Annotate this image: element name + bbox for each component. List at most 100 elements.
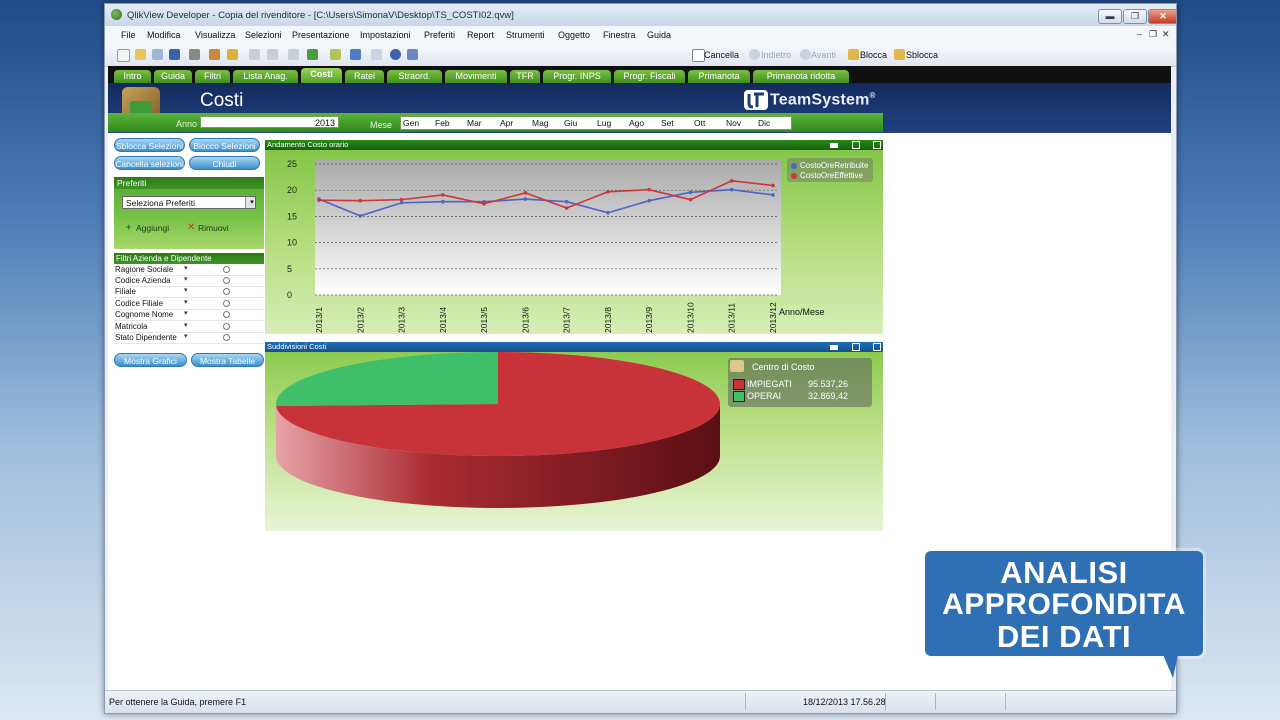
radio-icon[interactable] [223, 334, 230, 341]
rimuovi-button[interactable]: Rimuovi [198, 223, 229, 233]
radio-icon[interactable] [223, 266, 230, 273]
month-ott[interactable]: Ott [694, 118, 705, 128]
indietro-button[interactable]: Indietro [761, 50, 791, 60]
doc-minimize-button[interactable]: ‒ [1137, 29, 1142, 39]
cancella-button[interactable]: Cancella [704, 50, 739, 60]
tab-primanota[interactable]: Primanota [688, 70, 750, 83]
print-icon[interactable] [830, 345, 838, 350]
month-lug[interactable]: Lug [597, 118, 611, 128]
mostra-grafici-button[interactable]: Mostra Grafici [114, 353, 187, 367]
month-nov[interactable]: Nov [726, 118, 741, 128]
month-set[interactable]: Set [661, 118, 674, 128]
chevron-down-icon[interactable]: ▾ [184, 298, 188, 306]
wand-icon[interactable] [330, 49, 341, 60]
chevron-down-icon[interactable]: ▾ [245, 197, 255, 208]
edit-script-icon[interactable] [209, 49, 220, 60]
tab-straord[interactable]: Straord. [387, 70, 442, 83]
cancella-selezioni-button[interactable]: Cancella selezioni [114, 156, 185, 170]
maximize-button[interactable]: ❐ [1123, 9, 1147, 24]
redo-icon[interactable] [267, 49, 278, 60]
reload-icon[interactable] [227, 49, 238, 60]
title-bar[interactable]: QlikView Developer - Copia del rivendito… [105, 4, 1176, 26]
blocca-button[interactable]: Blocca [860, 50, 887, 60]
tab-progr-inps[interactable]: Progr. INPS [543, 70, 611, 83]
anno-listbox[interactable]: 2013 [200, 116, 339, 128]
tab-progr-fiscali[interactable]: Progr. Fiscali [614, 70, 685, 83]
tab-guida[interactable]: Guida [154, 70, 192, 83]
menu-report[interactable]: Report [467, 30, 494, 40]
chevron-down-icon[interactable]: ▾ [184, 275, 188, 283]
menu-guida[interactable]: Guida [647, 30, 671, 40]
close-button[interactable]: ✕ [1148, 9, 1176, 24]
menu-strumenti[interactable]: Strumenti [506, 30, 545, 40]
new-document-icon[interactable] [117, 49, 130, 62]
avanti-button[interactable]: Avanti [811, 50, 836, 60]
table-icon[interactable] [371, 49, 382, 60]
chevron-down-icon[interactable]: ▾ [184, 286, 188, 294]
tab-lista-anag[interactable]: Lista Anag. [233, 70, 298, 83]
sblocca-selezioni-button[interactable]: Sblocca Selezioni [114, 138, 185, 152]
back-icon [749, 49, 760, 60]
radio-icon[interactable] [223, 288, 230, 295]
tab-intro[interactable]: Intro [114, 70, 151, 83]
menu-visualizza[interactable]: Visualizza [195, 30, 235, 40]
month-dic[interactable]: Dic [758, 118, 770, 128]
open-folder-icon[interactable] [135, 49, 146, 60]
filter-row[interactable]: Filiale ▾ [114, 286, 264, 298]
undo-icon[interactable] [249, 49, 260, 60]
doc-close-button[interactable]: ✕ [1162, 29, 1170, 40]
month-feb[interactable]: Feb [435, 118, 450, 128]
chevron-down-icon[interactable]: ▾ [184, 321, 188, 329]
month-mag[interactable]: Mag [532, 118, 549, 128]
print-icon[interactable] [189, 49, 200, 60]
menu-oggetto[interactable]: Oggetto [558, 30, 590, 40]
doc-restore-button[interactable]: ❐ [1149, 29, 1157, 40]
chart-wizard-icon[interactable] [350, 49, 361, 60]
menu-finestra[interactable]: Finestra [603, 30, 636, 40]
context-help-icon[interactable] [407, 49, 418, 60]
chevron-down-icon[interactable]: ▾ [184, 309, 188, 317]
tab-tfr[interactable]: TFR [510, 70, 540, 83]
radio-icon[interactable] [223, 311, 230, 318]
restore-icon[interactable] [852, 141, 860, 149]
minimize-button[interactable]: ▬ [1098, 9, 1122, 24]
tab-filtri[interactable]: Filtri [195, 70, 230, 83]
chiudi-button[interactable]: Chiudi [189, 156, 260, 170]
tab-ratei[interactable]: Ratei [345, 70, 384, 83]
mostra-tabelle-button[interactable]: Mostra Tabelle [191, 353, 264, 367]
radio-icon[interactable] [223, 323, 230, 330]
menu-selezioni[interactable]: Selezioni [245, 30, 282, 40]
preferiti-select[interactable]: Seleziona Preferiti ▾ [122, 196, 256, 209]
filter-row[interactable]: Cognome Nome ▾ [114, 309, 264, 321]
print-icon[interactable] [830, 143, 838, 148]
tab-primanota-ridotta[interactable]: Primanota ridotta [753, 70, 849, 83]
refresh-icon[interactable] [152, 49, 163, 60]
menu-preferiti[interactable]: Preferiti [424, 30, 455, 40]
check-icon[interactable] [307, 49, 318, 60]
month-apr[interactable]: Apr [500, 118, 513, 128]
restore-icon[interactable] [852, 343, 860, 351]
save-icon[interactable] [169, 49, 180, 60]
month-giu[interactable]: Giu [564, 118, 577, 128]
menu-impostazioni[interactable]: Impostazioni [360, 30, 411, 40]
menu-file[interactable]: File [121, 30, 136, 40]
sblocca-button[interactable]: Sblocca [906, 50, 938, 60]
radio-icon[interactable] [223, 277, 230, 284]
chevron-down-icon[interactable]: ▾ [184, 332, 188, 340]
tab-costi[interactable]: Costi [301, 68, 342, 83]
chevron-down-icon[interactable]: ▾ [184, 264, 188, 272]
tab-movimenti[interactable]: Movimenti [445, 70, 507, 83]
month-gen[interactable]: Gen [403, 118, 419, 128]
maximize-icon[interactable] [873, 141, 881, 149]
blocco-selezioni-button[interactable]: Blocco Selezioni [189, 138, 260, 152]
menu-modifica[interactable]: Modifica [147, 30, 181, 40]
filter-row[interactable]: Stato Dipendente ▾ [114, 332, 264, 344]
menu-presentazione[interactable]: Presentazione [292, 30, 350, 40]
help-icon[interactable] [390, 49, 401, 60]
month-mar[interactable]: Mar [467, 118, 482, 128]
radio-icon[interactable] [223, 300, 230, 307]
maximize-icon[interactable] [873, 343, 881, 351]
month-ago[interactable]: Ago [629, 118, 644, 128]
cut-icon[interactable] [288, 49, 299, 60]
aggiungi-button[interactable]: Aggiungi [136, 223, 169, 233]
